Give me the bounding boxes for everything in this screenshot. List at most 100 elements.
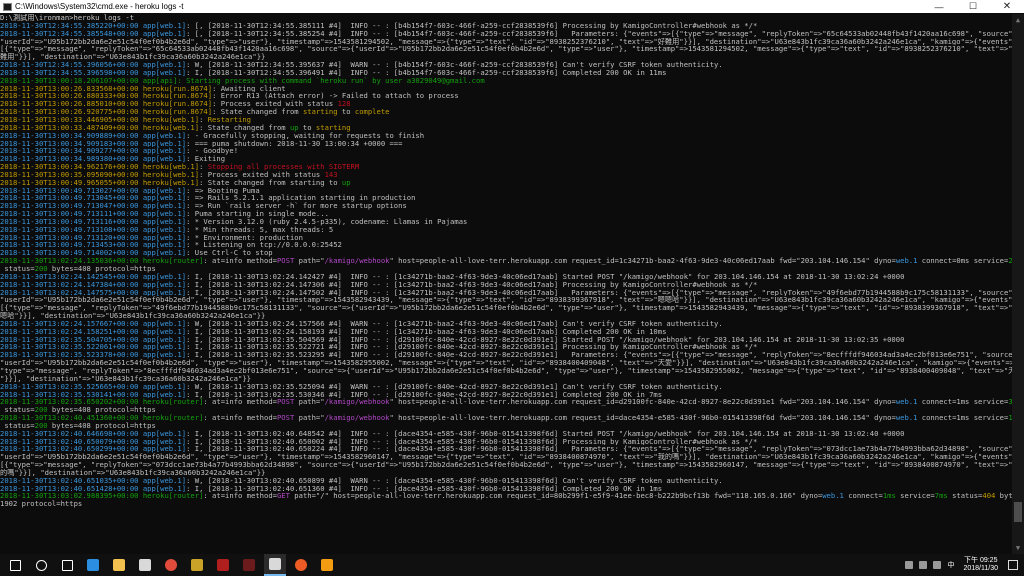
console-text: : I, [2018-11-30T13:02:24.158193 #4] INF… <box>186 327 667 336</box>
console-text: 2018-11-30T13:00:26.880333+00:00 <box>0 92 143 101</box>
scroll-down-arrow[interactable]: ▼ <box>1012 542 1024 554</box>
console-line: 2018-11-30T13:00:49.713027+00:00 app[web… <box>0 187 1012 195</box>
console-text: : Puma starting in single mode... <box>186 210 329 218</box>
console-line: 2018-11-30T13:00:35.095090+00:00 heroku[… <box>0 171 1012 179</box>
console-text: web.1 <box>895 414 918 422</box>
console-text: : I, [2018-11-30T13:02:40.650002 #4] INF… <box>186 437 758 446</box>
console-output[interactable]: D:\測試用\ironman>heroku logs -t 2018-11-30T… <box>0 14 1012 554</box>
console-text: heroku[web.1] <box>142 163 200 171</box>
console-text: /kamigo/webhook <box>324 257 390 265</box>
console-text: : => Booting Puma <box>186 186 260 195</box>
clock[interactable]: 下午 09:25 2018/11/30 <box>963 557 998 573</box>
console-text: 2018-11-30T13:00:34.909183+00:00 <box>0 139 143 148</box>
console-text: 2018-11-30T13:02:35.522061+00:00 <box>0 343 143 352</box>
store-icon <box>139 559 151 571</box>
console-text: "userId"=>"U95b172bb2da6e2e51c54f0ef0b4b… <box>0 296 1012 305</box>
console-text: to <box>298 123 316 132</box>
console-text: 2018-11-30T13:00:26.920775+00:00 <box>0 108 143 116</box>
console-text: 2018-11-30T13:02:35.523378+00:00 <box>0 351 143 360</box>
scrollbar-thumb[interactable] <box>1014 502 1022 523</box>
console-text: : State changed from starting to <box>199 178 342 187</box>
console-line: 2018-11-30T13:02:40.451360+00:00 heroku[… <box>0 414 1012 422</box>
system-tray: 中 下午 09:25 2018/11/30 <box>902 554 1018 576</box>
store-taskbar-button[interactable] <box>134 554 156 576</box>
console-line: "}}], "destination"=>"U63e843b1fc39ca36a… <box>0 375 1012 383</box>
console-text: : Error R13 (Attach error) -> Failed to … <box>212 92 459 101</box>
console-text: : Process exited with status <box>212 100 338 109</box>
console-text: app[web.1] <box>142 217 187 226</box>
console-text: 2018-11-30T13:02:35.504705+00:00 <box>0 335 143 344</box>
console-text: 2018-11-30T13:02:40.651035+00:00 <box>0 476 143 485</box>
postman-taskbar-button[interactable] <box>290 554 312 576</box>
cmd-icon <box>269 558 281 570</box>
console-line: 2018-11-30T13:02:35.522061+00:00 app[web… <box>0 343 1012 351</box>
console-text: app[web.1] <box>142 437 187 446</box>
console-line: 2018-11-30T13:00:33.446905+00:00 heroku[… <box>0 116 1012 124</box>
console-text: app[web.1] <box>142 288 187 297</box>
task-view-taskbar-button[interactable] <box>56 554 78 576</box>
console-text: Stopping all processes with SIGTERM <box>207 163 360 171</box>
console-text: : Process exited with status <box>199 170 325 179</box>
console-text: status= <box>0 421 35 430</box>
console-line: 2018-11-30T13:02:24.147575+00:00 app[web… <box>0 289 1012 297</box>
console-text: : <box>199 163 208 171</box>
start-button-taskbar-button[interactable] <box>4 554 26 576</box>
scroll-up-arrow[interactable]: ▲ <box>1012 14 1024 26</box>
volume-icon[interactable] <box>933 561 942 569</box>
sublime-taskbar-button[interactable] <box>316 554 338 576</box>
console-text: : [, [2018-11-30T12:34:55.385254 #4] INF… <box>186 29 1012 38</box>
title-bar[interactable]: C:\Windows\System32\cmd.exe - heroku log… <box>0 0 1024 13</box>
console-text: status= <box>0 265 35 273</box>
app-red-taskbar-button[interactable] <box>212 554 234 576</box>
console-line: 2018-11-30T12:34:55.385548+00:00 app[web… <box>0 30 1012 38</box>
console-text: 2018-11-30T13:00:49.713108+00:00 <box>0 225 143 234</box>
file-explorer-taskbar-button[interactable] <box>108 554 130 576</box>
console-text: app[web.1] <box>142 155 187 164</box>
app-dark-taskbar-button[interactable] <box>238 554 260 576</box>
console-line: 2018-11-30T13:00:26.920775+00:00 heroku[… <box>0 108 1012 116</box>
console-text: to <box>337 108 355 116</box>
console-text: 2018-11-30T13:00:49.965055+00:00 <box>0 178 143 187</box>
close-button[interactable]: ✕ <box>990 0 1024 13</box>
console-line: 2018-11-30T13:00:26.885010+00:00 heroku[… <box>0 100 1012 108</box>
photos-taskbar-button[interactable] <box>186 554 208 576</box>
cmd-window-icon <box>3 2 12 11</box>
console-text: 2018-11-30T13:02:40.651428+00:00 <box>0 484 143 493</box>
search-taskbar-button[interactable] <box>30 554 52 576</box>
input-language[interactable]: 中 <box>947 560 954 570</box>
tray-up-arrow-icon[interactable] <box>905 561 914 569</box>
console-text: 2018-11-30T13:03:02.988395+00:00 <box>0 492 143 501</box>
console-line: 2018-11-30T13:00:49.713047+00:00 app[web… <box>0 202 1012 210</box>
console-text: : at=info method= <box>203 414 277 422</box>
edge-taskbar-button[interactable] <box>82 554 104 576</box>
console-text: 2018-11-30T13:00:49.713047+00:00 <box>0 202 143 211</box>
console-line: 2018-11-30T13:02:35.504705+00:00 app[web… <box>0 336 1012 344</box>
console-line: 2018-11-30T12:34:55.385220+00:00 app[web… <box>0 22 1012 30</box>
console-text: [{"type"=>"message", "replyToken"=>"65c6… <box>0 45 1012 54</box>
console-text: app[web.1] <box>142 272 187 281</box>
console-text: 2018-11-30T13:00:33.487409+00:00 <box>0 123 143 132</box>
console-text: up <box>289 123 299 132</box>
console-line: status=200 bytes=408 protocol=https <box>0 406 1012 414</box>
file-explorer-icon <box>113 559 125 571</box>
console-text: /kamigo/webhook <box>324 414 390 422</box>
chrome-taskbar-button[interactable] <box>160 554 182 576</box>
notification-icon[interactable] <box>1008 560 1018 570</box>
minimize-button[interactable]: — <box>922 0 956 13</box>
sublime-icon <box>321 559 333 571</box>
console-text: up <box>341 178 351 187</box>
console-line: 2018-11-30T13:00:34.909889+00:00 app[web… <box>0 132 1012 140</box>
console-text: 143 <box>324 170 338 179</box>
maximize-button[interactable]: ☐ <box>956 0 990 13</box>
console-line: 2018-11-30T13:00:34.909183+00:00 app[web… <box>0 140 1012 148</box>
console-text: GET <box>276 492 290 501</box>
console-text: heroku[run.8674] <box>142 84 213 93</box>
cmd-taskbar-button[interactable] <box>264 554 286 576</box>
console-line: 2018-11-30T13:03:02.988395+00:00 heroku[… <box>0 492 1012 500</box>
console-text: path="/" host=people-all-love-terr.herok… <box>289 492 823 501</box>
vertical-scrollbar[interactable]: ▲ ▼ <box>1012 14 1024 554</box>
console-line: 難用"}}], "destination"=>"U63e843b1fc39ca3… <box>0 53 1012 61</box>
console-text: [{"type"=>"message", "replyToken"=>"49f6… <box>0 304 1012 313</box>
network-icon[interactable] <box>919 561 928 569</box>
console-text: : Use Ctrl-C to stop <box>186 249 273 258</box>
